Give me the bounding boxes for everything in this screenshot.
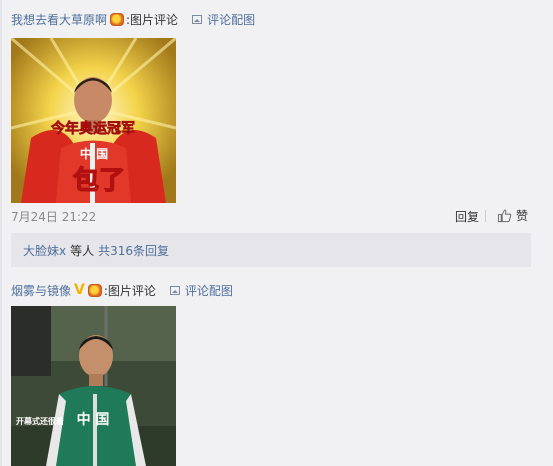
view-picture-link[interactable]: 评论配图 [192, 11, 255, 28]
vip-icon[interactable]: V [74, 282, 85, 298]
like-button[interactable]: 赞 [497, 207, 528, 224]
view-picture-label: 评论配图 [184, 283, 233, 298]
left-divider [0, 0, 2, 466]
view-picture-link[interactable]: 评论配图 [169, 282, 233, 299]
side-text: 开幕式还很着 [16, 416, 64, 426]
like-label: 赞 [516, 209, 529, 223]
action-divider [485, 210, 486, 222]
comment-timestamp: 7月24日 21:22 [11, 210, 97, 224]
chest-text: 中 国 [80, 146, 108, 161]
medal-badge-icon[interactable] [110, 12, 125, 26]
comment-header: 烟雾与镜像 V :图片评论 评论配图 [11, 281, 233, 299]
replies-summary: 大脸妹x 等人 共316条回复 [11, 233, 531, 267]
picture-icon [192, 14, 203, 24]
meme-image-champion: 今年奥运冠军 中 国 包了 [11, 38, 176, 203]
picture-icon [169, 285, 180, 295]
comment-header: 我想去看大草原啊 :图片评论 评论配图 [11, 10, 255, 28]
replier-name[interactable]: 大脸妹x [23, 242, 66, 259]
banner-text: 今年奥运冠军 [50, 120, 135, 137]
view-picture-label: 评论配图 [207, 12, 256, 27]
comment-image[interactable]: 开幕式还很着 中 国 [11, 306, 176, 466]
comment-username[interactable]: 我想去看大草原啊 [11, 11, 107, 28]
medal-badge-icon[interactable] [87, 283, 102, 297]
meme-image-jacket: 开幕式还很着 中 国 [11, 306, 176, 466]
comment-text: :图片评论 [103, 283, 156, 298]
comment-image[interactable]: 今年奥运冠军 中 国 包了 [11, 38, 176, 203]
chest-text: 中 国 [77, 411, 110, 428]
reply-button[interactable]: 回复 [455, 208, 479, 225]
caption-text: 包了 [73, 165, 125, 196]
comment-username[interactable]: 烟雾与镜像 [11, 282, 71, 299]
thumbs-up-icon [497, 209, 512, 223]
comment-text: :图片评论 [126, 12, 179, 27]
total-replies-link[interactable]: 共316条回复 [98, 242, 169, 259]
replies-etc: 等人 [70, 243, 95, 258]
